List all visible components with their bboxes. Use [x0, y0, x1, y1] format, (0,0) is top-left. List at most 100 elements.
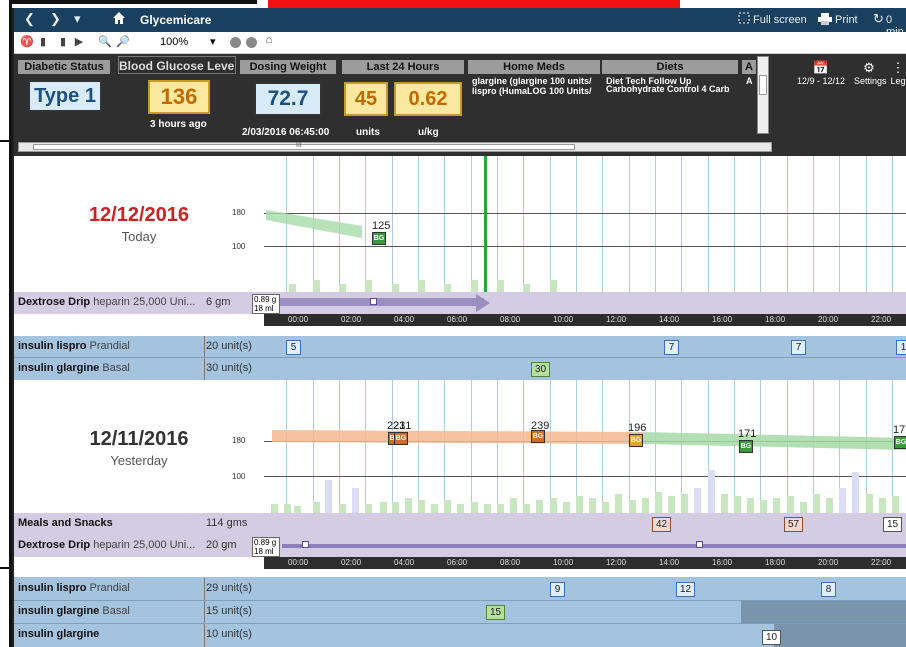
today-lispro-mark[interactable]: 1 [896, 340, 906, 355]
refresh-icon[interactable]: ↻ [873, 11, 884, 27]
today-dextrose-row[interactable]: Dextrose Drip heparin 25,000 Uni... 6 gm [14, 292, 906, 314]
legend-button[interactable]: ⋮ Leg [888, 60, 906, 86]
today-point-label: 125 [372, 220, 391, 232]
today-dextrose-detail: heparin 25,000 Uni... [93, 296, 196, 308]
today-time-axis: 00:00 02:00 04:00 06:00 08:00 10:00 12:00 14:00… [264, 314, 906, 326]
activity-bar [576, 496, 583, 513]
gridline [708, 156, 709, 292]
yesterday-lispro-row[interactable]: insulin lispro Prandial 29 unit(s) 9 12 … [14, 578, 906, 601]
find-icon[interactable]: ♈ [20, 36, 34, 48]
today-glargine-mark[interactable]: 30 [531, 362, 551, 377]
meal-mark[interactable]: 15 [883, 517, 903, 532]
yesterday-glargine-basal-row[interactable]: insulin glargine Basal 15 unit(s) 15 [14, 601, 906, 624]
home-meds-line-2: lispro (HumaLOG 100 Units/ [472, 86, 592, 96]
today-lispro-mark[interactable]: 5 [286, 340, 301, 355]
yesterday-lispro-mark[interactable]: 12 [676, 582, 696, 597]
axis-tick-label: 18:00 [765, 558, 786, 567]
axis-tick-label: 04:00 [394, 558, 415, 567]
gridline [655, 156, 656, 292]
yesterday-glargine-mark[interactable]: 15 [486, 605, 506, 620]
yesterday-rate-top: 0.89 g [254, 538, 277, 547]
settings-button[interactable]: ⚙ Settings [854, 60, 887, 86]
activity-bar [405, 498, 412, 513]
yesterday-point-marker[interactable]: BG [629, 434, 643, 447]
today-point-marker[interactable]: BG [372, 232, 386, 245]
extra-header: A [742, 60, 756, 74]
today-lispro-mark[interactable]: 7 [791, 340, 806, 355]
fullscreen-button[interactable]: Full screen [753, 14, 807, 26]
axis-tick-label: 14:00 [659, 558, 680, 567]
axis-tick-label: 08:00 [500, 558, 521, 567]
print-icon[interactable] [818, 13, 832, 28]
back-button[interactable]: ❮ [24, 11, 35, 27]
today-point-tag: BG [373, 235, 385, 242]
yesterday-lispro-dose: 29 unit(s) [206, 582, 252, 594]
yesterday-point-marker[interactable]: BG [531, 430, 545, 443]
yesterday-glargine-row[interactable]: insulin glargine 10 unit(s) 10 [14, 624, 906, 647]
yesterday-dextrose-marker[interactable] [696, 541, 703, 548]
last-24-ukg-label: u/kg [418, 127, 439, 138]
red-banner [268, 0, 680, 8]
yesterday-point-label: 196 [628, 422, 647, 434]
activity-bar [787, 496, 794, 513]
print-button[interactable]: Print [835, 14, 858, 26]
yesterday-dextrose-rate[interactable]: 0.89 g 18 ml [252, 537, 280, 557]
yesterday-point-marker[interactable]: BG [894, 436, 906, 449]
yesterday-glargine-dose: 15 unit(s) [206, 605, 252, 617]
activity-bar [497, 504, 504, 513]
yesterday-lispro-mark[interactable]: 9 [550, 582, 565, 597]
meal-mark[interactable]: 42 [652, 517, 672, 532]
yesterday-point-marker[interactable]: BG [394, 432, 408, 445]
zoom-select[interactable]: 100% ▾ [156, 35, 222, 51]
summary-horizontal-scrollbar[interactable]: III [18, 142, 772, 152]
prev-page-icon[interactable]: ▮ [56, 36, 70, 48]
date-range-button[interactable]: 📅 12/9 - 12/12 [796, 60, 846, 86]
home-icon[interactable] [112, 11, 126, 28]
axis-tick-label: 16:00 [712, 315, 733, 324]
yesterday-lispro-mark[interactable]: 8 [821, 582, 836, 597]
diabetic-status-value: Type 1 [28, 80, 102, 112]
today-dextrose-marker[interactable] [370, 298, 377, 305]
page-icon[interactable]: ▮ [36, 36, 50, 48]
today-lispro-row[interactable]: insulin lispro Prandial 20 unit(s) 5 7 7… [14, 336, 906, 358]
today-dextrose-rate[interactable]: 0.89 g 18 ml [252, 294, 280, 314]
zoom-out-icon[interactable]: 🔍 [98, 36, 112, 48]
zoom-in-icon[interactable]: 🔎 [116, 36, 130, 48]
meal-mark[interactable]: 57 [784, 517, 804, 532]
activity-bar [550, 498, 557, 513]
next-page-icon[interactable]: ▶ [72, 36, 86, 48]
refresh-page-icon[interactable] [246, 37, 257, 48]
today-date: 12/12/2016 [88, 204, 190, 226]
forward-button[interactable]: ❯ [50, 11, 61, 27]
yesterday-dextrose-detail: heparin 25,000 Uni... [93, 539, 196, 551]
stop-icon[interactable] [230, 37, 241, 48]
activity-bar [668, 496, 675, 513]
yesterday-point-marker[interactable]: BG [739, 440, 753, 453]
scroll-grip: III [296, 142, 302, 149]
home-toolbar-icon[interactable]: ⌂ [262, 34, 276, 46]
meals-row[interactable]: Meals and Snacks 114 gms 42 57 15 [14, 513, 906, 535]
today-glargine-name: insulin glargine [18, 362, 100, 374]
today-lispro-mark[interactable]: 7 [664, 340, 679, 355]
yesterday-glargine2-mark[interactable]: 10 [762, 630, 782, 645]
activity-bar [431, 504, 438, 513]
summary-vertical-scrollbar[interactable] [757, 56, 769, 134]
horizontal-scroll-thumb[interactable]: III [33, 142, 575, 150]
yesterday-chart: 12/11/2016 Yesterday 180 100 221 231 239… [14, 380, 906, 572]
yesterday-dextrose-marker[interactable] [302, 541, 309, 548]
today-rate-bottom: 18 ml [254, 304, 274, 313]
yesterday-point-label: 17 [893, 424, 906, 436]
activity-bar [813, 494, 820, 513]
axis-tick-label: 16:00 [712, 558, 733, 567]
top-border [12, 0, 257, 4]
yesterday-dextrose-row[interactable]: Dextrose Drip heparin 25,000 Uni... 20 g… [14, 535, 906, 557]
gridline [892, 156, 893, 292]
extra-line-1: A [746, 76, 753, 86]
fullscreen-icon[interactable] [738, 12, 750, 27]
vertical-scroll-thumb[interactable] [759, 75, 767, 95]
today-glargine-row[interactable]: insulin glargine Basal 30 unit(s) 30 [14, 358, 906, 380]
history-dropdown-button[interactable]: ▾ [74, 11, 81, 27]
activity-bar [352, 488, 359, 513]
activity-bar [365, 504, 372, 513]
yesterday-date-block: 12/11/2016 Yesterday [14, 428, 264, 468]
